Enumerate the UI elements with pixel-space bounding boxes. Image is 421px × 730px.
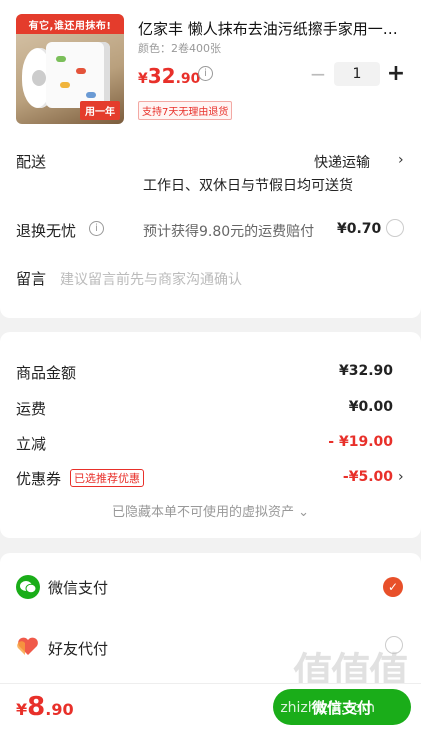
coupon-badge: 已选推荐优惠 [70,469,144,487]
discount-value: - ¥19.00 [328,434,393,450]
coupon-value[interactable]: -¥5.00 [343,469,393,485]
order-card: 有它,谁还用抹布! 用一年 亿家丰 懒人抹布去油污纸擦手家用一… 颜色：2卷40… [0,0,421,318]
total-price: ¥8.90 [16,692,74,722]
delivery-note: 工作日、双休日与节假日均可送货 [143,178,353,194]
product-image-banner: 有它,谁还用抹布! [16,14,124,34]
delivery-label: 配送 [16,153,47,171]
paper-sheet-graphic [46,42,110,108]
coupon-chevron-icon[interactable]: › [398,469,404,485]
goods-amount-label: 商品金额 [16,364,77,382]
friend-pay-option[interactable]: 好友代付 [48,638,108,659]
message-input[interactable]: 建议留言前先与商家沟通确认 [60,269,242,289]
return-insurance-checkbox[interactable] [386,219,404,237]
quantity-plus-button[interactable]: + [386,62,406,86]
friend-pay-icon [16,634,40,658]
return-insurance-price: ¥0.70 [337,221,382,237]
wechat-pay-selected-icon[interactable]: ✓ [383,577,403,597]
product-image[interactable]: 有它,谁还用抹布! 用一年 [16,14,124,124]
coupon-label: 优惠券 [16,470,62,488]
product-price: ¥32.90 [138,64,201,88]
return-insurance-note: 预计获得9.80元的运费赔付 [143,224,315,240]
quantity-minus-button[interactable]: − [308,63,328,85]
product-image-badge: 用一年 [80,101,120,120]
delivery-method[interactable]: 快递运输 [314,152,370,172]
shipping-value: ¥0.00 [348,399,393,415]
wechat-pay-icon [16,575,40,599]
hidden-assets-toggle[interactable]: 已隐藏本单不可使用的虚拟资产 ⌄ [0,501,421,520]
site-watermark-url: zhizhizhi.com [280,700,375,716]
product-title[interactable]: 亿家丰 懒人抹布去油污纸擦手家用一… [138,18,408,39]
quantity-input[interactable]: 1 [334,62,380,86]
goods-amount-value: ¥32.90 [338,363,393,379]
return-insurance-info-icon[interactable]: i [89,221,104,236]
return-policy-badge: 支持7天无理由退货 [138,101,233,120]
price-info-icon[interactable]: i [198,66,213,81]
discount-label: 立减 [16,435,47,453]
return-insurance-label: 退换无忧 [16,222,77,240]
message-label: 留言 [16,270,47,288]
wechat-pay-option[interactable]: 微信支付 [48,577,108,598]
product-spec[interactable]: 颜色：2卷400张 [138,40,221,56]
delivery-chevron-icon[interactable]: › [398,152,404,168]
shipping-label: 运费 [16,400,47,418]
